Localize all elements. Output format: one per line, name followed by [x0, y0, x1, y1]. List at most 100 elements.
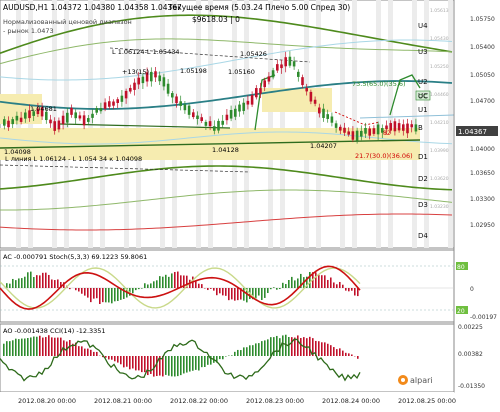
small-price-tag: 1.05613	[430, 8, 449, 14]
ac-min-label: -0.00197	[470, 314, 497, 321]
ao-bar	[330, 345, 332, 356]
session-stripe	[88, 0, 93, 248]
ao-bar	[174, 356, 176, 376]
ao-bar	[282, 335, 284, 356]
candle-body	[373, 128, 376, 134]
level-label-6: 1.04128	[212, 146, 239, 154]
candle-body	[410, 124, 413, 127]
note-label-1: Нормализованный ценовой диапазон	[3, 18, 132, 26]
candle-body	[104, 102, 107, 108]
ac-bar	[198, 284, 200, 288]
ac-bar	[171, 273, 173, 288]
candle-body	[205, 122, 208, 126]
ao-bar	[12, 340, 14, 356]
ac-title: AC -0.000791 Stoch(5,3,3) 69.1223 59.806…	[3, 253, 147, 261]
time-label: 2012.08.20 00:00	[18, 397, 76, 405]
ao-bar	[33, 337, 35, 356]
candle-body	[356, 131, 359, 141]
price-label: 1.04700	[470, 98, 495, 105]
symbol-label: AUDUSD,H1 1.04372 1.04380 1.04358 1.0436…	[3, 3, 182, 12]
ao-bar	[243, 347, 245, 356]
candle-body	[276, 64, 279, 70]
candle-body	[184, 104, 187, 110]
ao-bar	[288, 337, 290, 356]
ao-bar	[141, 356, 143, 372]
alpari-logo-text: alpari	[410, 376, 433, 385]
ao-bar	[132, 356, 134, 368]
candle-body	[108, 101, 111, 106]
zone-tag-d1: D1	[418, 153, 428, 161]
ac-bar	[156, 280, 158, 288]
ao-bar	[84, 349, 86, 356]
ac-bar	[243, 288, 245, 301]
candle-body	[171, 93, 174, 97]
candle-body	[95, 108, 98, 113]
ac-bar	[48, 275, 50, 288]
trading-chart[interactable]: AUDUSD,H1 1.04372 1.04380 1.04358 1.0436…	[0, 0, 500, 408]
ac-bar	[18, 278, 20, 288]
ao-bar	[78, 346, 80, 356]
ac-bar	[258, 288, 260, 296]
candle-body	[352, 131, 355, 140]
session-stripe	[448, 0, 453, 248]
ac-bar	[27, 272, 29, 288]
candle-body	[3, 119, 6, 125]
ao-bar	[156, 356, 158, 376]
candle-body	[310, 92, 313, 102]
candle-body	[221, 121, 224, 125]
candle-body	[377, 124, 380, 134]
ac-bar	[264, 288, 266, 298]
ao-bar	[336, 349, 338, 356]
ac-bar	[132, 288, 134, 293]
session-stripe	[124, 0, 129, 248]
small-price-tag: 1.03230	[430, 204, 449, 210]
ao-bar	[327, 344, 329, 356]
ac-bar	[45, 273, 47, 288]
ac-bar	[234, 288, 236, 301]
ao-bar	[39, 336, 41, 356]
ac-bar	[219, 288, 221, 293]
ao-bar	[225, 356, 227, 357]
ao-bar	[294, 338, 296, 356]
ac-bar	[333, 282, 335, 288]
candle-body	[79, 115, 82, 118]
candle-body	[314, 100, 317, 104]
ao-bar	[351, 354, 353, 356]
candle-body	[66, 113, 69, 123]
chart-window[interactable]: AUDUSD,H1 1.04372 1.04380 1.04358 1.0436…	[0, 0, 500, 408]
ac-bar	[150, 283, 152, 288]
b-tag-label: 82	[383, 130, 391, 137]
ao-bar	[342, 351, 344, 356]
current-price-label: 1.04367	[458, 128, 487, 136]
candle-body	[137, 78, 140, 85]
ac-bar	[318, 275, 320, 288]
ac-bar	[138, 288, 140, 289]
candle-body	[263, 80, 266, 87]
ac-bar	[327, 280, 329, 288]
ao-bar	[348, 353, 350, 356]
ac-bar	[165, 275, 167, 288]
ao-bar	[189, 356, 191, 372]
candle-body	[364, 128, 367, 134]
ao-bar	[123, 356, 125, 367]
ao-bar	[24, 338, 26, 356]
ac-bar	[201, 284, 203, 288]
candle-body	[339, 127, 342, 131]
ac-zero-label: 0	[470, 286, 474, 293]
ac-bar	[276, 288, 278, 290]
alpari-logo: alpari	[398, 375, 433, 385]
candle-body	[129, 88, 132, 92]
ao-bar	[297, 335, 299, 356]
small-price-tag: 1.03990	[430, 148, 449, 154]
ao-bar	[234, 352, 236, 356]
time-label: 2012.08.24 00:00	[322, 397, 380, 405]
ac-bar	[177, 272, 179, 288]
session-stripe	[244, 0, 249, 248]
candle-body	[7, 121, 10, 128]
ao-bar	[147, 356, 149, 375]
ac-bar	[315, 272, 317, 288]
candle-body	[87, 118, 90, 122]
price-label: 1.05400	[470, 44, 495, 51]
session-stripe	[304, 0, 309, 248]
ao-bar	[87, 349, 89, 356]
